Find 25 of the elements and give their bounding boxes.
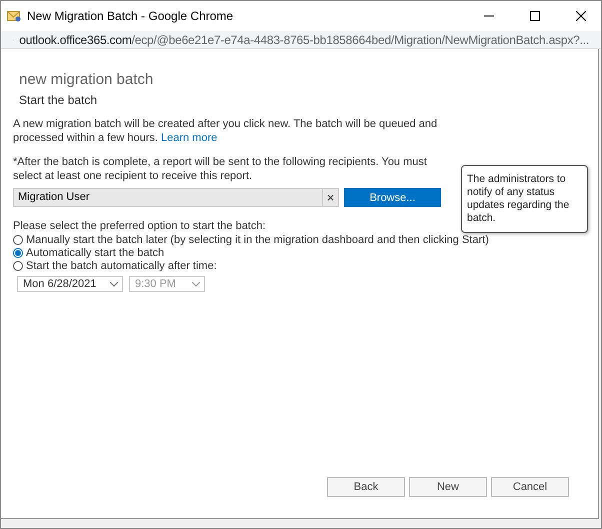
dialog-button[interactable]: Back bbox=[327, 477, 405, 497]
radio-option[interactable]: Start the batch automatically after time: bbox=[13, 260, 582, 272]
chevron-down-icon bbox=[110, 282, 118, 286]
radio-icon[interactable] bbox=[13, 261, 23, 271]
dialog-button[interactable]: Cancel bbox=[491, 477, 569, 497]
learn-more-link[interactable]: Learn more bbox=[160, 132, 218, 144]
window-title: New Migration Batch - Google Chrome bbox=[27, 9, 234, 23]
date-dropdown[interactable]: Mon 6/28/2021 bbox=[17, 276, 123, 292]
dialog-button[interactable]: New bbox=[409, 477, 487, 497]
recipients-field[interactable]: Migration User × bbox=[13, 188, 339, 207]
mail-app-icon bbox=[7, 10, 21, 22]
maximize-icon bbox=[530, 11, 540, 21]
radio-icon[interactable] bbox=[13, 235, 23, 245]
radio-option[interactable]: Manually start the batch later (by selecting it in the migration dashboard and then clicking Start) bbox=[13, 234, 582, 246]
close-icon bbox=[576, 11, 586, 21]
recipients-label: *After the batch is complete, a report will be sent to the following recipients. You must select at least one recipient to receive this report. bbox=[13, 155, 428, 183]
browse-button[interactable]: Browse... bbox=[344, 188, 441, 207]
intro-text: A new migration batch will be created after you click new. The batch will be queued and processed within a few hours. Learn more bbox=[13, 117, 438, 145]
page-title: new migration batch bbox=[18, 71, 154, 88]
radio-icon[interactable] bbox=[13, 248, 23, 258]
start-options-label: Please select the preferred option to start the batch: bbox=[13, 219, 267, 233]
radio-option[interactable]: Automatically start the batch bbox=[13, 247, 582, 259]
chevron-down-icon bbox=[192, 282, 200, 286]
tooltip: The administrators to notify of any status updates regarding the batch. bbox=[461, 165, 588, 233]
page-subtitle: Start the batch bbox=[19, 93, 98, 107]
